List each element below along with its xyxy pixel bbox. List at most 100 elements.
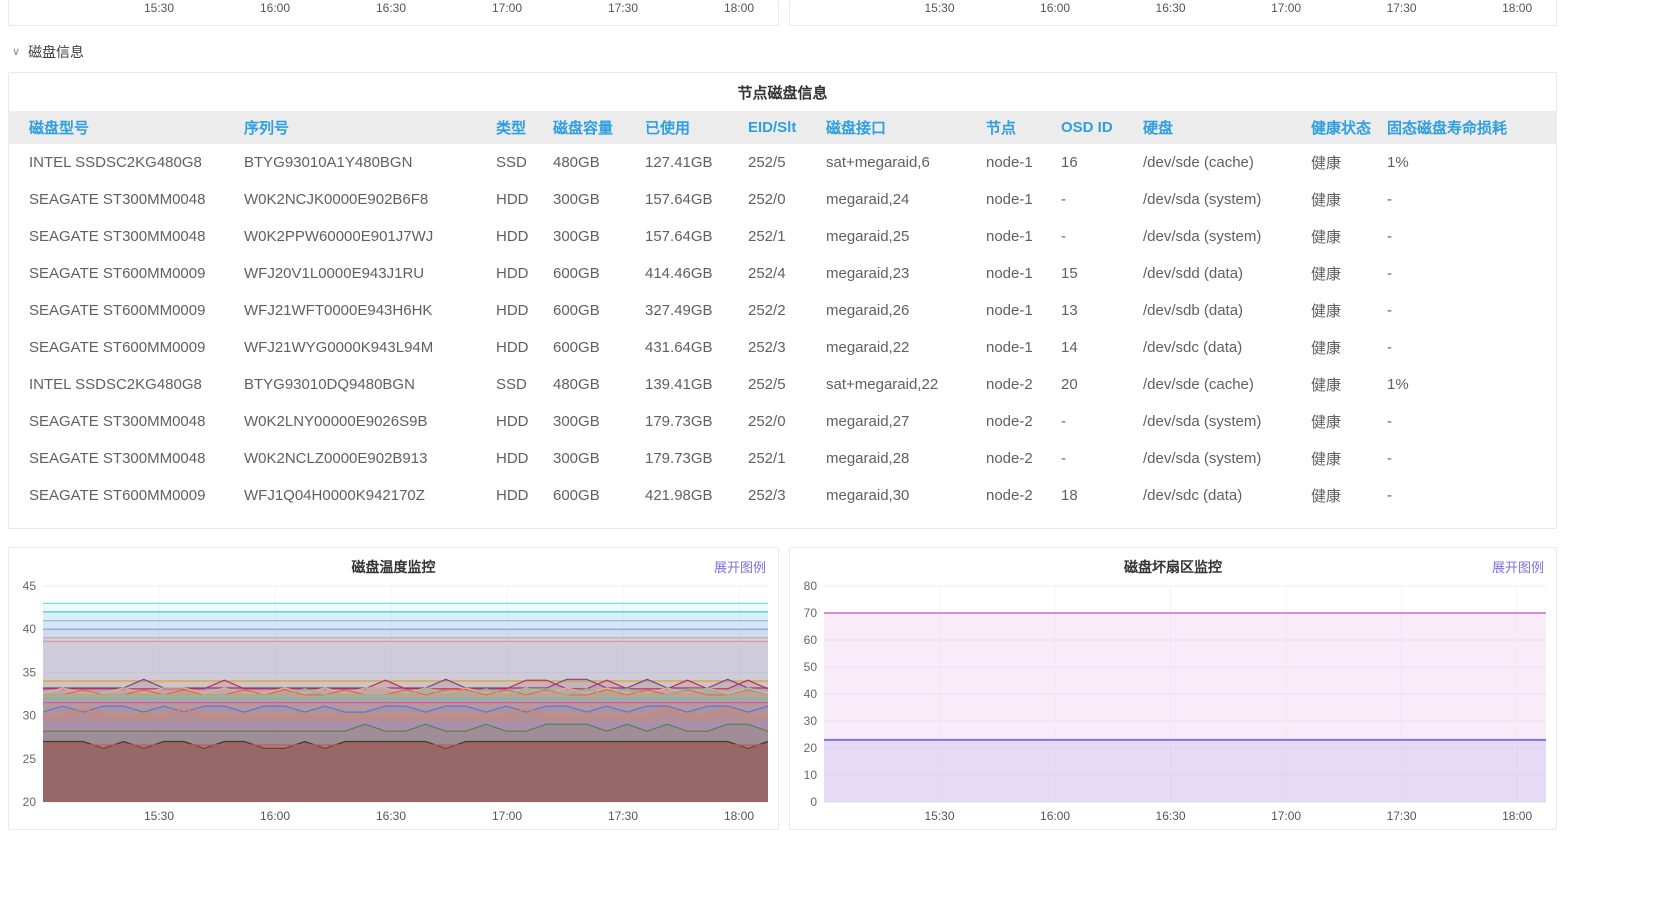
table-row: INTEL SSDSC2KG480G8BTYG93010A1Y480BGNSSD…	[9, 144, 1557, 181]
table-cell: /dev/sdc (data)	[1143, 329, 1311, 366]
table-cell: 157.64GB	[645, 181, 748, 218]
table-cell: 健康	[1311, 329, 1387, 366]
table-cell: SEAGATE ST600MM0009	[9, 477, 244, 514]
column-header-7[interactable]: 磁盘接口	[826, 111, 986, 144]
table-cell: node-1	[986, 144, 1061, 181]
svg-text:20: 20	[804, 741, 818, 755]
table-cell: 480GB	[553, 144, 645, 181]
table-cell: W0K2PPW60000E901J7WJ	[244, 218, 496, 255]
x-axis-tick: 17:30	[1387, 1, 1417, 15]
table-cell: SEAGATE ST300MM0048	[9, 440, 244, 477]
table-cell: SEAGATE ST600MM0009	[9, 292, 244, 329]
dashboard-page: 15:3016:0016:3017:0017:3018:00 15:3016:0…	[8, 0, 1557, 830]
table-cell: SEAGATE ST300MM0048	[9, 181, 244, 218]
svg-text:17:00: 17:00	[1271, 809, 1301, 823]
table-cell: 300GB	[553, 181, 645, 218]
table-cell: /dev/sdc (data)	[1143, 477, 1311, 514]
table-cell: 252/1	[748, 218, 826, 255]
svg-text:70: 70	[804, 606, 818, 620]
table-cell: SSD	[496, 144, 553, 181]
table-row: SEAGATE ST600MM0009WFJ21WYG0000K943L94MH…	[9, 329, 1557, 366]
table-cell: 健康	[1311, 477, 1387, 514]
svg-text:25: 25	[23, 752, 37, 766]
table-cell: WFJ21WYG0000K943L94M	[244, 329, 496, 366]
table-cell: /dev/sdd (data)	[1143, 255, 1311, 292]
column-header-12[interactable]: 固态磁盘寿命损耗	[1387, 111, 1557, 144]
column-header-3[interactable]: 类型	[496, 111, 553, 144]
temperature-chart-title: 磁盘温度监控	[9, 548, 778, 577]
column-header-2[interactable]: 序列号	[244, 111, 496, 144]
table-cell: 300GB	[553, 440, 645, 477]
table-cell: -	[1387, 255, 1557, 292]
column-header-6[interactable]: EID/Slt	[748, 111, 826, 144]
table-cell: 健康	[1311, 218, 1387, 255]
svg-text:80: 80	[804, 579, 818, 593]
table-cell: 252/5	[748, 366, 826, 403]
top-left-chart-panel: 15:3016:0016:3017:0017:3018:00	[8, 0, 779, 26]
x-axis-tick: 18:00	[1502, 1, 1532, 15]
table-cell: INTEL SSDSC2KG480G8	[9, 366, 244, 403]
table-row: INTEL SSDSC2KG480G8BTYG93010DQ9480BGNSSD…	[9, 366, 1557, 403]
table-cell: node-1	[986, 255, 1061, 292]
svg-text:50: 50	[804, 660, 818, 674]
column-header-4[interactable]: 磁盘容量	[553, 111, 645, 144]
table-cell: 600GB	[553, 255, 645, 292]
table-cell: WFJ1Q04H0000K942170Z	[244, 477, 496, 514]
table-cell: 15	[1061, 255, 1143, 292]
expand-legend-link[interactable]: 展开图例	[714, 557, 766, 576]
column-header-1[interactable]: 磁盘型号	[9, 111, 244, 144]
table-cell: megaraid,23	[826, 255, 986, 292]
svg-text:18:00: 18:00	[1502, 809, 1532, 823]
top-right-chart-panel: 15:3016:0016:3017:0017:3018:00	[789, 0, 1557, 26]
table-body: INTEL SSDSC2KG480G8BTYG93010A1Y480BGNSSD…	[9, 144, 1557, 514]
column-header-9[interactable]: OSD ID	[1061, 111, 1143, 144]
table-row: SEAGATE ST600MM0009WFJ20V1L0000E943J1RUH…	[9, 255, 1557, 292]
table-cell: 健康	[1311, 181, 1387, 218]
table-cell: 300GB	[553, 218, 645, 255]
table-cell: 157.64GB	[645, 218, 748, 255]
table-cell: -	[1061, 403, 1143, 440]
svg-text:17:30: 17:30	[1387, 809, 1417, 823]
table-cell: /dev/sda (system)	[1143, 440, 1311, 477]
chevron-down-icon: ∨	[12, 47, 20, 58]
table-cell: megaraid,26	[826, 292, 986, 329]
table-cell: 252/5	[748, 144, 826, 181]
disk-info-section-toggle[interactable]: ∨ 磁盘信息	[12, 42, 1557, 62]
table-cell: 179.73GB	[645, 403, 748, 440]
column-header-5[interactable]: 已使用	[645, 111, 748, 144]
table-cell: -	[1387, 218, 1557, 255]
table-cell: -	[1387, 329, 1557, 366]
table-cell: WFJ21WFT0000E943H6HK	[244, 292, 496, 329]
chart-svg: 45403530252015:3016:0016:3017:0017:3018:…	[9, 578, 778, 826]
table-cell: W0K2NCLZ0000E902B913	[244, 440, 496, 477]
table-cell: 414.46GB	[645, 255, 748, 292]
svg-text:20: 20	[23, 795, 37, 809]
table-cell: 600GB	[553, 329, 645, 366]
table-cell: /dev/sda (system)	[1143, 218, 1311, 255]
table-cell: 252/3	[748, 477, 826, 514]
column-header-11[interactable]: 健康状态	[1311, 111, 1387, 144]
svg-text:18:00: 18:00	[724, 809, 754, 823]
table-cell: INTEL SSDSC2KG480G8	[9, 144, 244, 181]
table-cell: 179.73GB	[645, 440, 748, 477]
x-axis-tick: 16:30	[1156, 1, 1186, 15]
table-row: SEAGATE ST300MM0048W0K2PPW60000E901J7WJH…	[9, 218, 1557, 255]
table-cell: 1%	[1387, 366, 1557, 403]
column-header-10[interactable]: 硬盘	[1143, 111, 1311, 144]
svg-text:30: 30	[23, 709, 37, 723]
table-cell: 252/0	[748, 181, 826, 218]
table-cell: 421.98GB	[645, 477, 748, 514]
table-cell: node-1	[986, 181, 1061, 218]
table-cell: node-2	[986, 477, 1061, 514]
expand-legend-link[interactable]: 展开图例	[1492, 557, 1544, 576]
table-cell: /dev/sdb (data)	[1143, 292, 1311, 329]
table-cell: 健康	[1311, 144, 1387, 181]
svg-text:17:30: 17:30	[608, 809, 638, 823]
table-cell: megaraid,30	[826, 477, 986, 514]
column-header-8[interactable]: 节点	[986, 111, 1061, 144]
table-cell: 600GB	[553, 477, 645, 514]
svg-text:16:00: 16:00	[260, 809, 290, 823]
table-cell: HDD	[496, 255, 553, 292]
svg-text:30: 30	[804, 714, 818, 728]
table-cell: 327.49GB	[645, 292, 748, 329]
